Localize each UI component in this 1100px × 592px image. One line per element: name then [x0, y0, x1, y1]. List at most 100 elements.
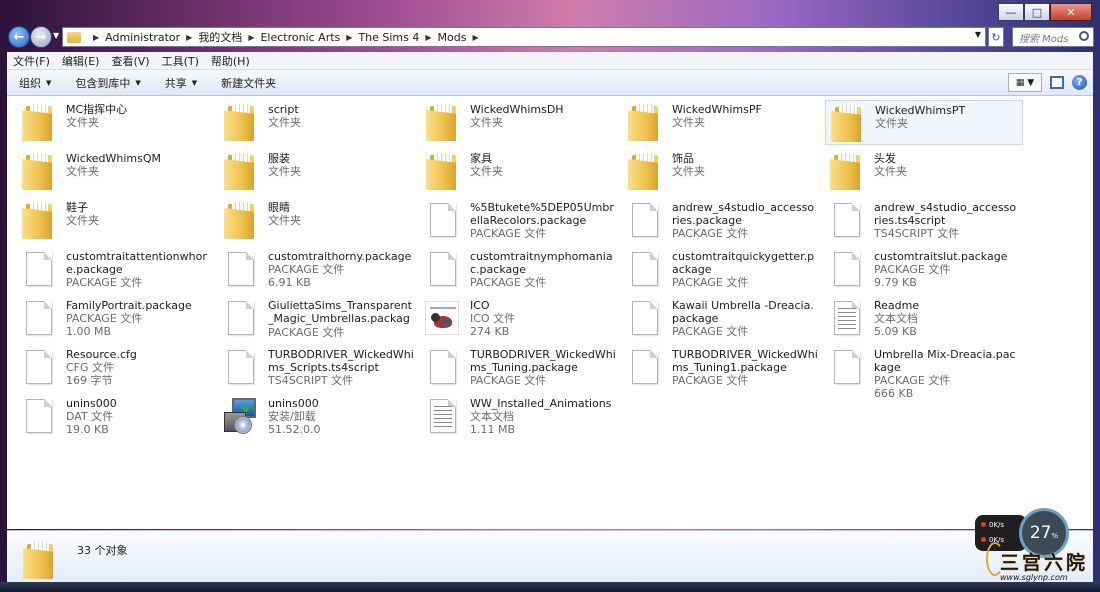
folder-item[interactable]: script 文件夹: [219, 100, 417, 145]
breadcrumb-separator-icon[interactable]: ▶: [425, 33, 431, 42]
file-list-area[interactable]: MC指挥中心 文件夹 script 文件夹 WickedWhimsDH 文件夹 Wicked…: [7, 96, 1093, 529]
file-name[interactable]: 头发: [874, 152, 1020, 165]
file-name[interactable]: 鞋子: [66, 201, 212, 214]
refresh-button[interactable]: ↻: [988, 27, 1004, 47]
file-item[interactable]: Resource.cfg CFG 文件 169 字节: [17, 345, 215, 390]
folder-item[interactable]: 服装 文件夹: [219, 149, 417, 194]
file-item[interactable]: customtraithorny.package PACKAGE 文件 6.91 K…: [219, 247, 417, 292]
folder-item[interactable]: WickedWhimsDH 文件夹: [421, 100, 619, 145]
file-name[interactable]: WW_Installed_Animations: [470, 397, 616, 410]
breadcrumb-separator-icon[interactable]: ▶: [248, 33, 254, 42]
file-name[interactable]: andrew_s4studio_accessories.package: [672, 201, 818, 227]
breadcrumb-item[interactable]: Administrator: [105, 31, 180, 44]
breadcrumb-item[interactable]: Electronic Arts: [260, 31, 340, 44]
file-name[interactable]: 服装: [268, 152, 414, 165]
search-input[interactable]: 搜索 Mods: [1012, 27, 1094, 47]
back-button[interactable]: ←: [8, 26, 30, 48]
close-button[interactable]: ✕: [1050, 3, 1092, 21]
file-name[interactable]: Readme: [874, 299, 1020, 312]
file-name[interactable]: TURBODRIVER_WickedWhims_Tuning1.package: [672, 348, 818, 374]
minimize-button[interactable]: —: [998, 3, 1024, 21]
file-name[interactable]: WickedWhimsPF: [672, 103, 818, 116]
file-name[interactable]: GiuliettaSims_Transparent_Magic_Umbrella…: [268, 299, 414, 326]
file-item[interactable]: TURBODRIVER_WickedWhims_Tuning.package PA…: [421, 345, 619, 390]
address-bar[interactable]: ▶ Administrator ▶ 我的文档 ▶ Electronic Arts ▶ …: [62, 27, 986, 47]
file-name[interactable]: unins000: [66, 397, 212, 410]
file-name[interactable]: script: [268, 103, 414, 116]
file-item[interactable]: FamilyPortrait.package PACKAGE 文件 1.00 MB: [17, 296, 215, 341]
menu-edit[interactable]: 编辑(E): [56, 53, 106, 69]
folder-item[interactable]: WickedWhimsPT 文件夹: [825, 100, 1023, 145]
file-name[interactable]: Umbrella Mix-Dreacia.package: [874, 348, 1020, 374]
file-name[interactable]: customtraitnymphomaniac.package: [470, 250, 616, 276]
file-name[interactable]: %5Btukete%5DEP05UmbrellaRecolors.package: [470, 201, 616, 227]
breadcrumb-item[interactable]: The Sims 4: [358, 31, 419, 44]
folder-item[interactable]: MC指挥中心 文件夹: [17, 100, 215, 145]
breadcrumb-item[interactable]: 我的文档: [198, 29, 242, 45]
file-item[interactable]: customtraitattentionwhore.package PACKAGE…: [17, 247, 215, 292]
breadcrumb-separator-icon[interactable]: ▶: [472, 33, 478, 42]
file-item[interactable]: Readme 文本文档 5.09 KB: [825, 296, 1023, 341]
folder-item[interactable]: 家具 文件夹: [421, 149, 619, 194]
folder-item[interactable]: WickedWhimsQM 文件夹: [17, 149, 215, 194]
file-item[interactable]: WW_Installed_Animations 文本文档 1.11 MB: [421, 394, 619, 439]
file-name[interactable]: 家具: [470, 152, 616, 165]
breadcrumb-item[interactable]: Mods: [438, 31, 467, 44]
file-item[interactable]: ICO ICO 文件 274 KB: [421, 296, 619, 341]
file-item[interactable]: GiuliettaSims_Transparent_Magic_Umbrella…: [219, 296, 417, 341]
address-history-chevron-icon[interactable]: ▼: [975, 30, 981, 39]
file-item[interactable]: unins000 安装/卸载 51.52.0.0: [219, 394, 417, 439]
file-name[interactable]: customtraitslut.package: [874, 250, 1020, 263]
file-name[interactable]: Resource.cfg: [66, 348, 212, 361]
menu-file[interactable]: 文件(F): [7, 53, 56, 69]
file-name[interactable]: 眼睛: [268, 201, 414, 214]
file-name[interactable]: andrew_s4studio_accessories.ts4script: [874, 201, 1020, 227]
file-name[interactable]: unins000: [268, 397, 414, 410]
recent-pages-chevron-icon[interactable]: ▼: [53, 31, 59, 40]
help-icon[interactable]: ?: [1072, 75, 1087, 90]
menu-tools[interactable]: 工具(T): [156, 53, 205, 69]
file-item[interactable]: Umbrella Mix-Dreacia.package PACKAGE 文件 66…: [825, 345, 1023, 400]
file-item[interactable]: customtraitnymphomaniac.package PACKAGE 文…: [421, 247, 619, 292]
file-name[interactable]: customtraitquickygetter.package: [672, 250, 818, 276]
search-icon[interactable]: [1079, 31, 1089, 41]
file-item[interactable]: %5Btukete%5DEP05UmbrellaRecolors.package…: [421, 198, 619, 243]
maximize-button[interactable]: □: [1024, 3, 1050, 21]
file-item[interactable]: andrew_s4studio_accessories.ts4script TS4…: [825, 198, 1023, 243]
folder-item[interactable]: 眼睛 文件夹: [219, 198, 417, 243]
folder-item[interactable]: 鞋子 文件夹: [17, 198, 215, 243]
file-name[interactable]: 饰品: [672, 152, 818, 165]
file-name[interactable]: ICO: [470, 299, 616, 312]
file-name[interactable]: WickedWhimsDH: [470, 103, 616, 116]
file-item[interactable]: TURBODRIVER_WickedWhims_Tuning1.package P…: [623, 345, 821, 390]
forward-button[interactable]: →: [30, 26, 52, 48]
file-item[interactable]: customtraitquickygetter.package PACKAGE 文…: [623, 247, 821, 292]
organize-button[interactable]: 组织 ▼: [7, 75, 63, 91]
file-name[interactable]: customtraitattentionwhore.package: [66, 250, 212, 276]
file-name[interactable]: WickedWhimsPT: [875, 104, 1019, 117]
file-item[interactable]: customtraitslut.package PACKAGE 文件 9.79 KB: [825, 247, 1023, 292]
breadcrumb-separator-icon[interactable]: ▶: [186, 33, 192, 42]
menu-help[interactable]: 帮助(H): [205, 53, 256, 69]
file-name[interactable]: customtraithorny.package: [268, 250, 414, 263]
file-name[interactable]: WickedWhimsQM: [66, 152, 212, 165]
menu-view[interactable]: 查看(V): [105, 53, 155, 69]
new-folder-button[interactable]: 新建文件夹: [209, 75, 288, 91]
include-in-library-button[interactable]: 包含到库中 ▼: [63, 75, 152, 91]
breadcrumb-separator-icon[interactable]: ▶: [346, 33, 352, 42]
folder-item[interactable]: 头发 文件夹: [825, 149, 1023, 194]
file-name[interactable]: Kawaii Umbrella -Dreacia.package: [672, 299, 818, 325]
file-item[interactable]: TURBODRIVER_WickedWhims_Scripts.ts4scrip…: [219, 345, 417, 390]
file-name[interactable]: TURBODRIVER_WickedWhims_Tuning.package: [470, 348, 616, 374]
folder-item[interactable]: 饰品 文件夹: [623, 149, 821, 194]
file-item[interactable]: andrew_s4studio_accessories.package PACKA…: [623, 198, 821, 243]
file-item[interactable]: unins000 DAT 文件 19.0 KB: [17, 394, 215, 439]
share-button[interactable]: 共享 ▼: [153, 75, 209, 91]
change-view-button[interactable]: ▦ ▼: [1008, 73, 1042, 92]
file-name[interactable]: FamilyPortrait.package: [66, 299, 212, 312]
preview-pane-icon[interactable]: [1050, 76, 1064, 89]
file-name[interactable]: TURBODRIVER_WickedWhims_Scripts.ts4scrip…: [268, 348, 414, 374]
folder-item[interactable]: WickedWhimsPF 文件夹: [623, 100, 821, 145]
breadcrumb-separator-icon[interactable]: ▶: [93, 33, 99, 42]
file-item[interactable]: Kawaii Umbrella -Dreacia.package PACKAGE …: [623, 296, 821, 341]
